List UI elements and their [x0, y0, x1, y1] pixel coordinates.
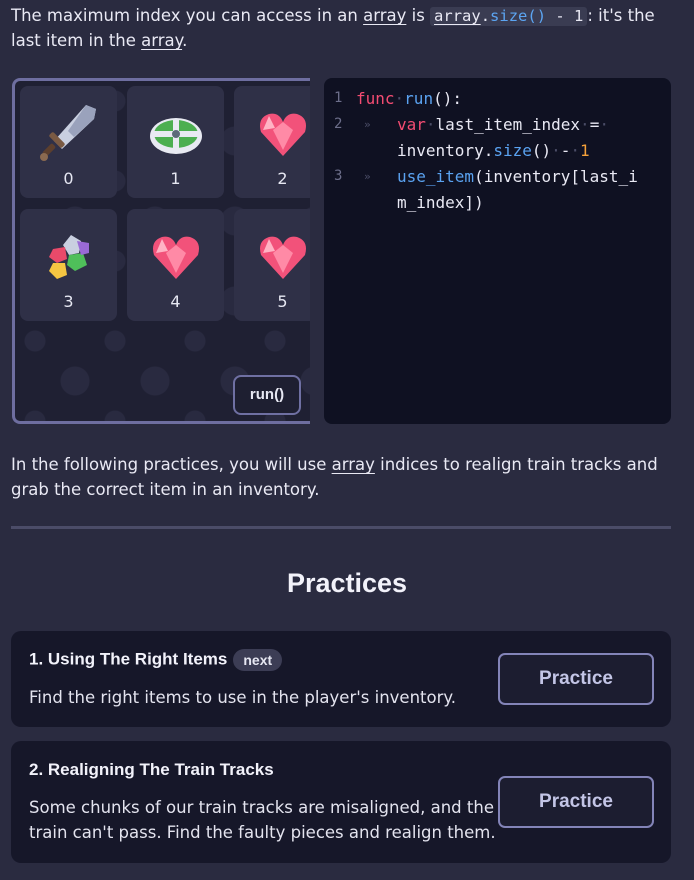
code-line-2: var·last_item_index·=·	[397, 115, 609, 134]
inventory-slot[interactable]: 2	[234, 86, 310, 198]
practice-button[interactable]: Practice	[498, 776, 654, 828]
inventory-panel: 0 1 2 3 4 5 run()	[12, 78, 310, 424]
array-link[interactable]: array	[434, 7, 481, 25]
line-number: 3	[334, 168, 343, 184]
array-link[interactable]: array	[141, 31, 182, 50]
practice-description: Some chunks of our train tracks are misa…	[29, 798, 496, 842]
tab-marker-icon: »	[364, 170, 371, 183]
code-line-1: func·run():	[356, 89, 462, 108]
gem-cluster-icon	[20, 227, 117, 287]
code-line-3-wrap: m_index])	[397, 193, 484, 212]
slot-index-label: 2	[277, 169, 288, 188]
code-line-2-wrap: inventory.size()·-·1	[397, 141, 590, 160]
tab-marker-icon: »	[364, 118, 371, 131]
inventory-slot[interactable]: 3	[20, 209, 117, 321]
inventory-slot[interactable]: 4	[127, 209, 224, 321]
shield-icon	[127, 104, 224, 164]
array-link[interactable]: array	[332, 455, 375, 474]
slot-index-label: 3	[63, 292, 74, 311]
inventory-slot[interactable]: 5	[234, 209, 310, 321]
practices-intro-paragraph: In the following practices, you will use…	[11, 455, 658, 499]
code-line-3: use_item(inventory[last_i	[397, 167, 638, 186]
intro-paragraph: The maximum index you can access in an a…	[11, 6, 655, 50]
inventory-slot[interactable]: 1	[127, 86, 224, 198]
array-link[interactable]: array	[363, 6, 406, 25]
code-editor: 1 func·run(): 2 » var·last_item_index·=·…	[324, 78, 671, 424]
next-badge: next	[233, 649, 283, 671]
slot-index-label: 5	[277, 292, 288, 311]
inventory-slot[interactable]: 0	[20, 86, 117, 198]
inline-code: array.size() - 1	[430, 7, 588, 26]
slot-index-label: 1	[170, 169, 181, 188]
line-number: 2	[334, 116, 343, 132]
slot-index-label: 0	[63, 169, 74, 188]
practice-description: Find the right items to use in the playe…	[29, 688, 457, 707]
practices-heading: Practices	[286, 568, 408, 598]
practice-card: 1. Using The Right Items next Find the ri…	[11, 631, 671, 727]
practice-title: 1. Using The Right Items next	[29, 649, 283, 671]
practice-card: 2. Realigning The Train Tracks Some chun…	[11, 741, 671, 863]
line-number: 1	[334, 90, 343, 106]
run-button[interactable]: run()	[233, 375, 301, 415]
heart-gem-icon	[127, 227, 224, 287]
sword-icon	[20, 104, 117, 164]
intro-text: The maximum index you can access in an	[11, 6, 364, 25]
divider	[11, 526, 671, 529]
intro-text: is	[406, 6, 431, 25]
heart-gem-icon	[234, 227, 310, 287]
practice-title: 2. Realigning The Train Tracks	[29, 760, 274, 779]
heart-gem-icon	[234, 104, 310, 164]
slot-index-label: 4	[170, 292, 181, 311]
practice-button[interactable]: Practice	[498, 653, 654, 705]
